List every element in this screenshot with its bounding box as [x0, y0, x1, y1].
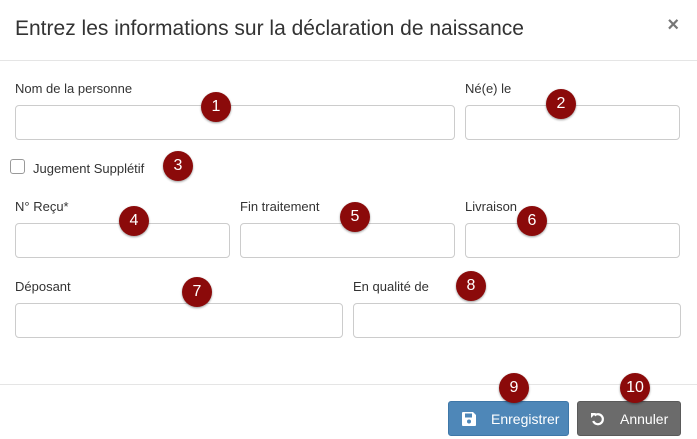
undo-icon	[590, 411, 606, 427]
nee-label: Né(e) le	[465, 81, 512, 96]
cancel-button[interactable]: Annuler	[577, 401, 681, 436]
floppy-disk-icon	[461, 411, 477, 427]
deposant-label: Déposant	[15, 279, 71, 294]
livraison-label: Livraison	[465, 199, 518, 214]
annotation-badge-2: 2	[546, 89, 576, 119]
dialog-header: Entrez les informations sur la déclarati…	[0, 0, 697, 61]
qualite-input[interactable]	[353, 303, 681, 338]
annotation-badge-6: 6	[517, 206, 547, 236]
footer-divider	[0, 384, 697, 385]
dialog-title: Entrez les informations sur la déclarati…	[15, 17, 524, 40]
annotation-badge-5: 5	[340, 202, 370, 232]
annotation-badge-4: 4	[119, 206, 149, 236]
cancel-button-label: Annuler	[620, 410, 669, 427]
declaration-dialog: Entrez les informations sur la déclarati…	[0, 0, 697, 439]
annotation-badge-7: 7	[182, 277, 212, 307]
jugement-label: Jugement Supplétif	[33, 161, 145, 176]
annotation-badge-3: 3	[163, 151, 193, 181]
close-icon[interactable]: ×	[667, 15, 679, 35]
annotation-badge-10: 10	[620, 373, 650, 403]
qualite-label: En qualité de	[353, 279, 429, 294]
livraison-input[interactable]	[465, 223, 680, 258]
save-button[interactable]: Enregistrer	[448, 401, 569, 436]
nom-input[interactable]	[15, 105, 455, 140]
annotation-badge-1: 1	[201, 92, 231, 122]
fin-traitement-label: Fin traitement	[240, 199, 320, 214]
save-button-label: Enregistrer	[491, 410, 560, 427]
nom-label: Nom de la personne	[15, 81, 133, 96]
annotation-badge-8: 8	[456, 271, 486, 301]
annotation-badge-9: 9	[499, 373, 529, 403]
deposant-input[interactable]	[15, 303, 343, 338]
recu-label: N° Reçu*	[15, 199, 69, 214]
jugement-checkbox[interactable]	[10, 159, 25, 174]
